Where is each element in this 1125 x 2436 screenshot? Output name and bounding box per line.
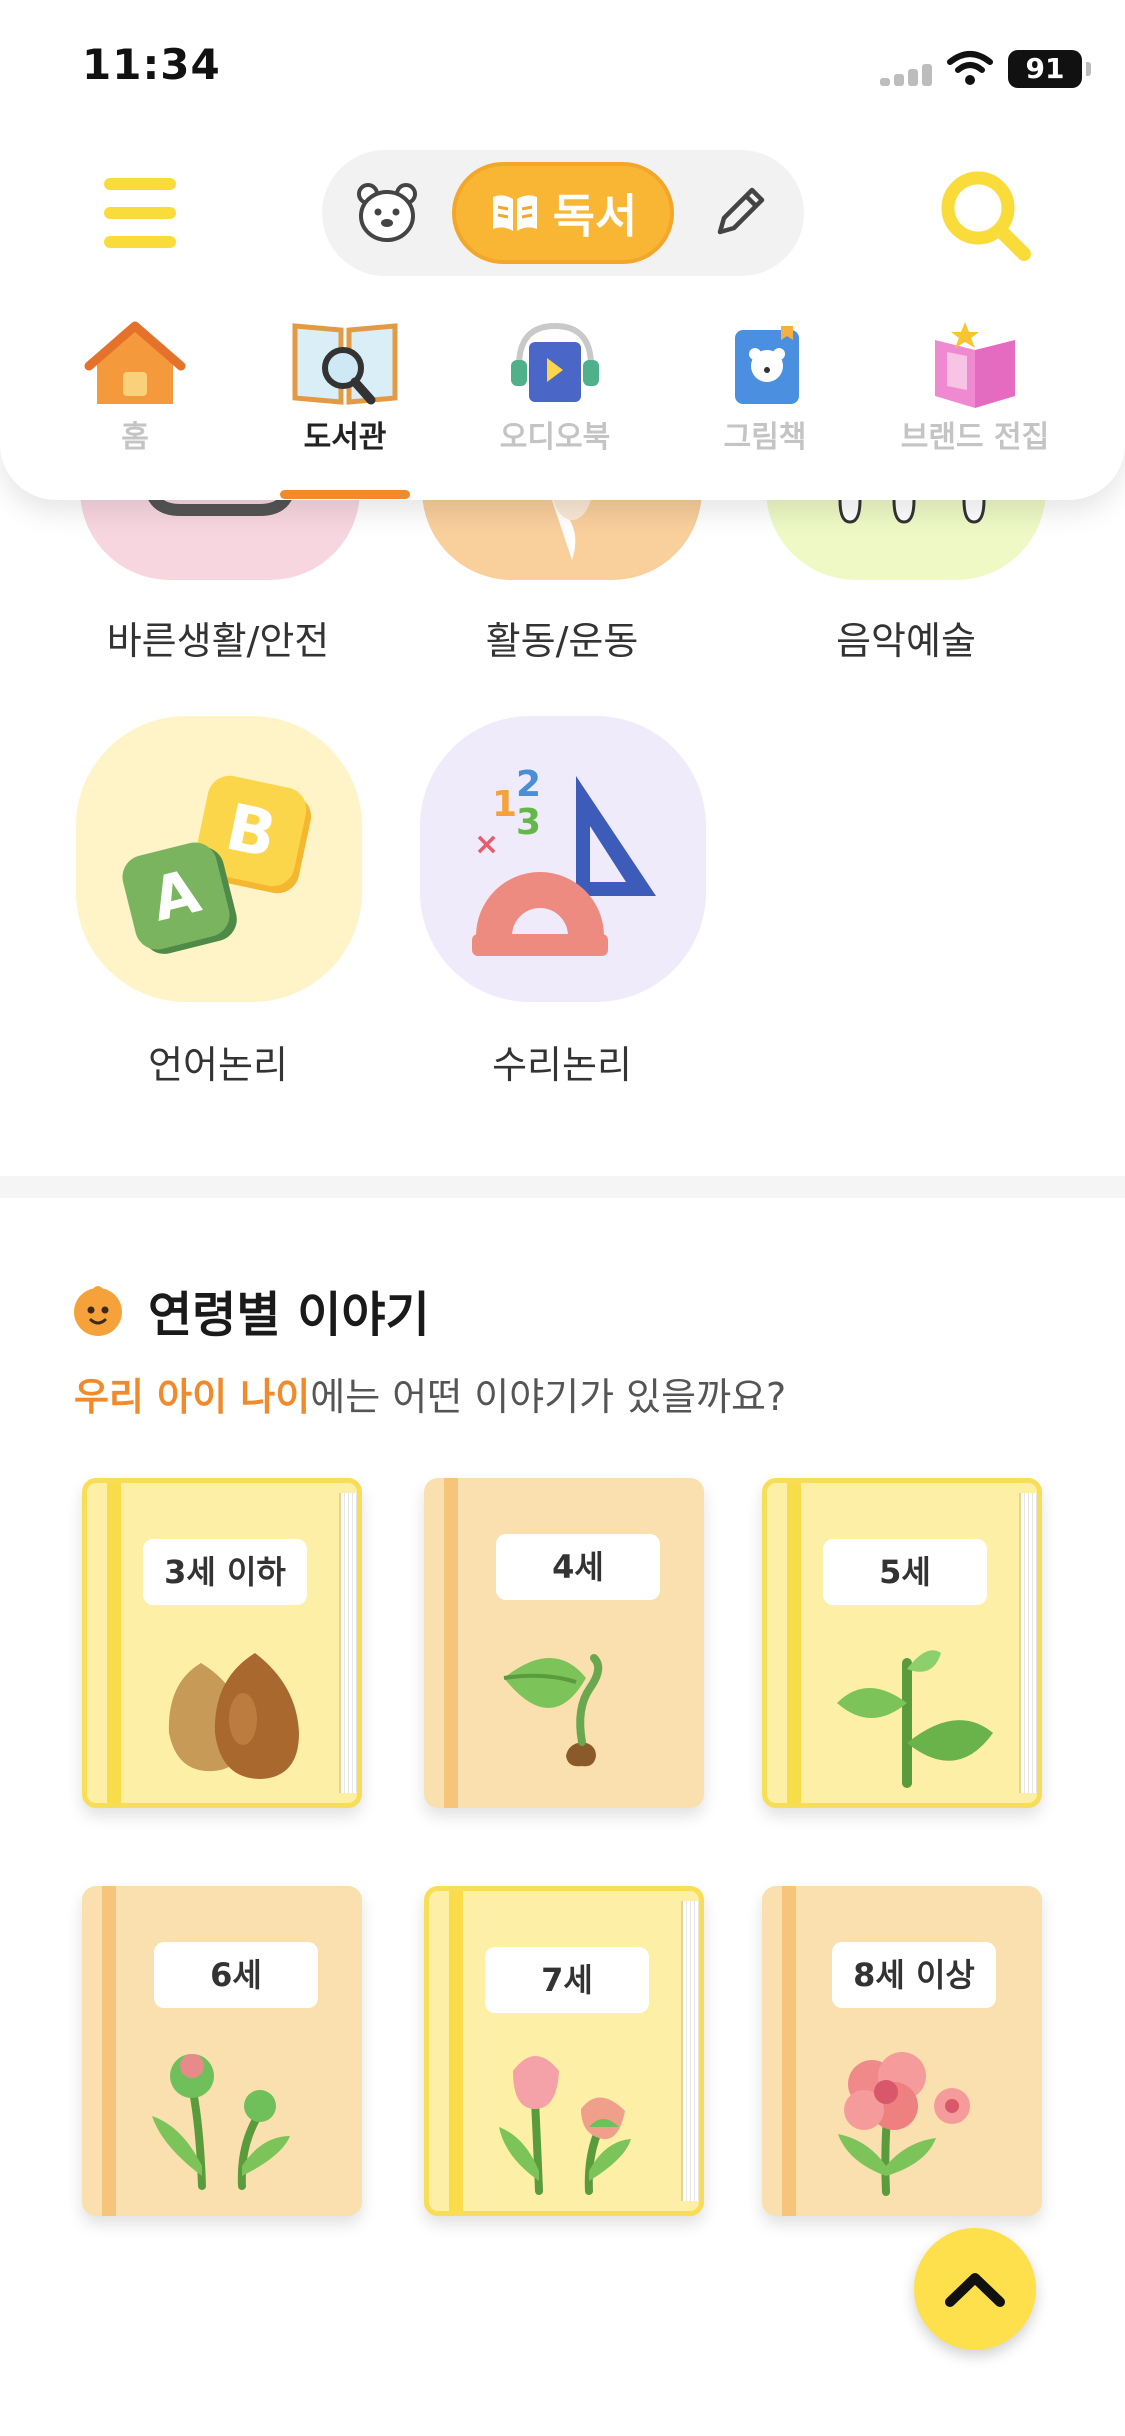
seeds-icon (168, 1653, 299, 1779)
math-tools-icon[interactable]: 1 2 3 × (420, 716, 706, 1002)
svg-text:1: 1 (492, 784, 517, 825)
category-label-life-safety[interactable]: 바른생활/안전 (38, 610, 398, 665)
bud-icon (152, 2054, 290, 2190)
active-tab-indicator (280, 490, 410, 499)
seedling-icon (837, 1650, 993, 1788)
mode-switch: 독서 (322, 150, 804, 276)
book-spine (444, 1478, 458, 1808)
age-section-title: 연령별 이야기 (148, 1287, 430, 1343)
category-label-music-art[interactable]: 음악예술 (726, 610, 1086, 665)
wifi-icon (947, 51, 993, 85)
age-book-5[interactable]: 5세 (762, 1478, 1042, 1808)
age-section-subtitle: 우리 아이 나이에는 어떤 이야기가 있을까요? (74, 1366, 786, 1421)
age-book-3-under[interactable]: 3세 이하 (82, 1478, 362, 1808)
abc-blocks-icon[interactable]: B A (76, 716, 362, 1002)
pencil-icon[interactable] (706, 180, 772, 246)
book-spine (449, 1891, 463, 2211)
tab-audiobook-label: 오디오북 (499, 420, 611, 455)
search-icon[interactable] (936, 166, 1036, 266)
bear-face-icon[interactable] (352, 178, 422, 248)
status-time: 11:34 (82, 40, 221, 89)
tab-brand-collection[interactable]: 브랜드 전집 (870, 300, 1080, 500)
tab-brand-collection-label: 브랜드 전집 (900, 420, 1050, 455)
open-book-magnifier-icon (292, 323, 398, 405)
reading-mode-button[interactable]: 독서 (452, 162, 674, 264)
age-book-label: 4세 (496, 1534, 660, 1600)
book-spine (102, 1886, 116, 2216)
status-bar: 11:34 91 (0, 0, 1125, 140)
age-book-8-over[interactable]: 8세 이상 (762, 1886, 1042, 2216)
tab-audiobook[interactable]: 오디오북 (450, 300, 660, 500)
svg-text:3: 3 (516, 802, 541, 843)
book-spine (787, 1483, 801, 1803)
battery-indicator: 91 (1008, 50, 1091, 88)
book-spine (782, 1886, 796, 2216)
tulip-icon (499, 2056, 631, 2195)
age-book-label: 6세 (154, 1942, 318, 2008)
age-book-label: 7세 (485, 1947, 649, 2013)
svg-text:×: × (474, 827, 499, 862)
tab-library[interactable]: 도서관 (240, 300, 450, 500)
hamburger-icon[interactable] (104, 178, 176, 248)
reading-mode-label: 독서 (552, 189, 638, 243)
book-pages (1019, 1493, 1037, 1793)
tab-home[interactable]: 홈 (30, 300, 240, 500)
brand-collection-icon (935, 322, 1015, 408)
audiobook-headphones-icon (511, 322, 599, 402)
tab-library-label: 도서관 (303, 420, 387, 455)
section-divider (0, 1176, 1125, 1198)
book-pages (681, 1901, 699, 2201)
open-book-icon (492, 195, 537, 231)
age-book-label: 5세 (823, 1539, 987, 1605)
face-emoji-icon (74, 1286, 122, 1336)
sprout-icon (503, 1654, 603, 1767)
age-subtitle-highlight: 우리 아이 나이 (74, 1375, 311, 1419)
tab-home-label: 홈 (121, 420, 149, 455)
cellular-signal-icon (880, 64, 936, 86)
age-book-6[interactable]: 6세 (82, 1886, 362, 2216)
flower-icon (838, 2052, 970, 2196)
age-book-4[interactable]: 4세 (424, 1478, 704, 1808)
header-card: 11:34 91 독서 홈 도서관 오디오북 그림책 브랜드 전집 (0, 0, 1125, 500)
house-icon (84, 321, 186, 404)
age-book-7[interactable]: 7세 (424, 1886, 704, 2216)
category-label-activity[interactable]: 활동/운동 (382, 610, 742, 665)
library-tabs: 홈 도서관 오디오북 그림책 브랜드 전집 (0, 300, 1125, 500)
age-book-label: 3세 이하 (143, 1539, 307, 1605)
book-spine (107, 1483, 121, 1803)
tab-picture-book-label: 그림책 (723, 420, 807, 455)
picture-book-icon (735, 326, 799, 404)
book-pages (339, 1493, 357, 1793)
svg-text:2: 2 (516, 764, 541, 805)
chevron-up-icon (945, 2273, 1005, 2307)
age-book-label: 8세 이상 (832, 1942, 996, 2008)
tab-picture-book[interactable]: 그림책 (660, 300, 870, 500)
age-subtitle-rest: 에는 어떤 이야기가 있을까요? (310, 1375, 787, 1419)
category-label-language[interactable]: 언어논리 (38, 1034, 398, 1089)
category-label-math[interactable]: 수리논리 (382, 1034, 742, 1089)
scroll-to-top-button[interactable] (914, 2228, 1036, 2350)
